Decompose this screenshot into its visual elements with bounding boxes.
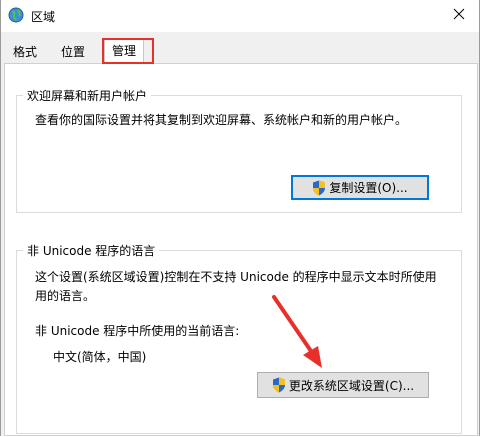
current-language-value: 中文(简体，中国) bbox=[53, 350, 147, 364]
non-unicode-group-title: 非 Unicode 程序的语言 bbox=[23, 242, 160, 259]
welcome-group-title: 欢迎屏幕和新用户帐户 bbox=[23, 87, 152, 104]
tab-location[interactable]: 位置 bbox=[55, 41, 91, 63]
tab-format[interactable]: 格式 bbox=[7, 41, 43, 63]
current-language-label: 非 Unicode 程序中所使用的当前语言: bbox=[35, 324, 240, 338]
non-unicode-description-line2: 用的语言。 bbox=[35, 289, 96, 303]
non-unicode-description-line1: 这个设置(系统区域设置)控制在不支持 Unicode 的程序中显示文本时所使用 bbox=[35, 270, 437, 284]
title-bar: 区域 bbox=[1, 0, 479, 32]
uac-shield-icon bbox=[272, 377, 286, 393]
globe-icon bbox=[8, 7, 24, 23]
tab-strip: 格式 位置 管理 bbox=[1, 32, 479, 64]
welcome-group-description: 查看你的国际设置并将其复制到欢迎屏幕、系统帐户和新的用户帐户。 bbox=[35, 113, 408, 127]
uac-shield-icon bbox=[312, 180, 326, 196]
copy-settings-label: 复制设置(O)... bbox=[329, 181, 408, 195]
copy-settings-button[interactable]: 复制设置(O)... bbox=[291, 175, 429, 200]
close-icon bbox=[453, 8, 465, 23]
change-system-locale-label: 更改系统区域设置(C)... bbox=[288, 378, 415, 393]
tab-administrative[interactable]: 管理 bbox=[104, 39, 145, 64]
window-title: 区域 bbox=[31, 10, 56, 24]
close-button[interactable] bbox=[439, 0, 479, 30]
change-system-locale-button[interactable]: 更改系统区域设置(C)... bbox=[257, 372, 429, 398]
region-dialog: 区域 格式 位置 管理 欢迎屏幕和新用户帐户 查看你的国际设置并将其复制到欢迎屏… bbox=[0, 0, 480, 436]
